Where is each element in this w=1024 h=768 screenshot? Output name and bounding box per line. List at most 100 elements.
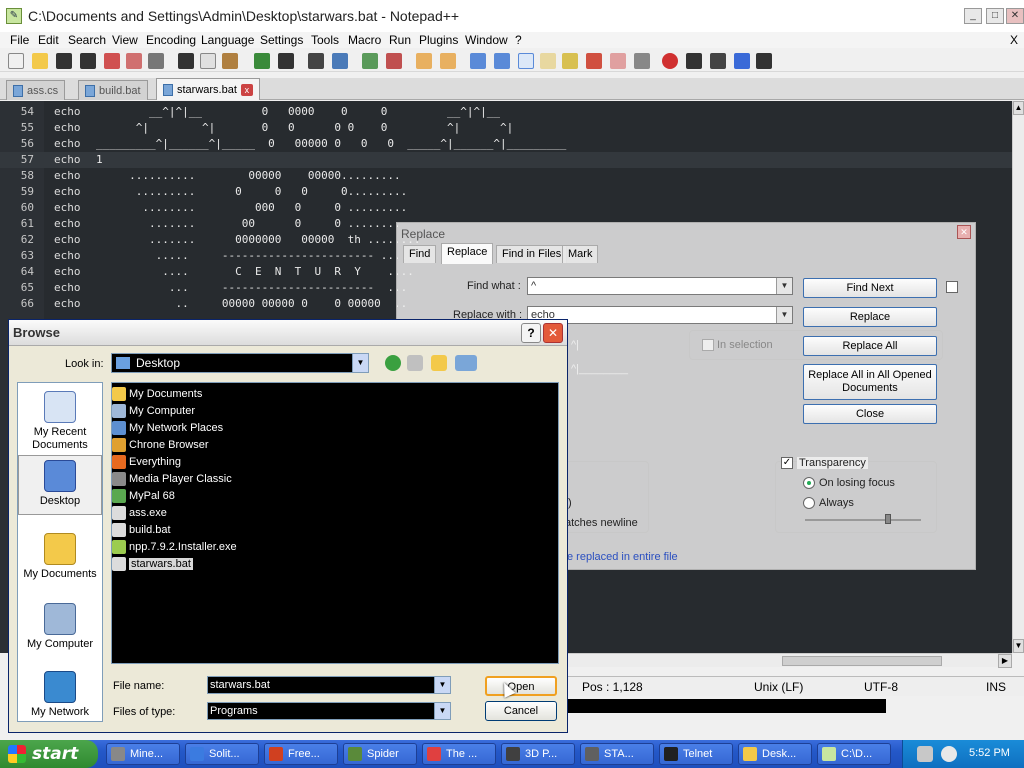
place-my-recent-documents[interactable]: My Recent Documents: [18, 387, 102, 451]
replace-all-button[interactable]: Replace All: [803, 336, 937, 356]
taskbar-button[interactable]: STA...: [580, 743, 654, 765]
replace-dialog-close-button[interactable]: ✕: [957, 225, 971, 239]
look-in-select[interactable]: Desktop ▼: [111, 353, 369, 373]
code-line[interactable]: 60 echo ........ 000 0 0 .........: [0, 200, 1012, 216]
file-list-item[interactable]: build.bat: [112, 521, 171, 538]
view-menu-icon[interactable]: [455, 355, 477, 371]
menu-tools[interactable]: Tools: [311, 32, 339, 48]
replace-button[interactable]: Replace: [803, 307, 937, 327]
scroll-down-icon[interactable]: ▼: [1013, 639, 1024, 653]
taskbar-button[interactable]: Mine...: [106, 743, 180, 765]
start-button[interactable]: start: [0, 740, 98, 768]
taskbar-button[interactable]: Desk...: [738, 743, 812, 765]
play-macro-icon[interactable]: [710, 53, 726, 69]
copy-icon[interactable]: [200, 53, 216, 69]
find-next-option-checkbox[interactable]: [946, 281, 958, 293]
zoom-out-icon[interactable]: [386, 53, 402, 69]
close-all-icon[interactable]: [126, 53, 142, 69]
zoom-in-icon[interactable]: [362, 53, 378, 69]
in-selection-checkbox[interactable]: [702, 339, 714, 351]
close-file-icon[interactable]: [104, 53, 120, 69]
file-list-item[interactable]: MyPal 68: [112, 487, 175, 504]
run-macro-multiple-icon[interactable]: [734, 53, 750, 69]
stop-macro-icon[interactable]: [686, 53, 702, 69]
file-list-item[interactable]: Chrone Browser: [112, 436, 208, 453]
volume-tray-icon[interactable]: [941, 746, 957, 762]
code-line[interactable]: 54 echo __^|^|__ 0 0000 0 0 __^|^|__: [0, 104, 1012, 120]
folder-workspace-icon[interactable]: [610, 53, 626, 69]
save-macro-icon[interactable]: [756, 53, 772, 69]
paste-icon[interactable]: [222, 53, 238, 69]
on-losing-focus-radio[interactable]: [803, 477, 815, 489]
files-of-type-select[interactable]: Programs ▼: [207, 702, 451, 720]
tab-find[interactable]: Find: [403, 245, 437, 263]
chevron-down-icon[interactable]: ▼: [352, 354, 368, 372]
file-list-item[interactable]: ass.exe: [112, 504, 167, 521]
code-line[interactable]: 55 echo ^| ^| 0 0 0 0 0 ^| ^|: [0, 120, 1012, 136]
tab-build-bat[interactable]: build.bat: [78, 80, 148, 100]
monitoring-icon[interactable]: [634, 53, 650, 69]
file-list-item[interactable]: npp.7.9.2.Installer.exe: [112, 538, 237, 555]
taskbar-button[interactable]: Telnet: [659, 743, 733, 765]
menu-edit[interactable]: Edit: [38, 32, 59, 48]
cancel-button[interactable]: Cancel: [485, 701, 557, 721]
always-radio[interactable]: [803, 497, 815, 509]
code-line[interactable]: 59 echo ......... 0 0 0 0.........: [0, 184, 1012, 200]
horizontal-scrollbar[interactable]: ▶: [568, 653, 1012, 668]
save-icon[interactable]: [56, 53, 72, 69]
place-my-documents[interactable]: My Documents: [18, 529, 102, 589]
vertical-scrollbar[interactable]: ▲ ▼: [1012, 101, 1024, 653]
code-line[interactable]: 57 echo 1: [0, 152, 1012, 168]
menu-file[interactable]: File: [10, 32, 29, 48]
replace-all-opened-docs-button[interactable]: Replace All in All Opened Documents: [803, 364, 937, 400]
transparency-checkbox[interactable]: ✓: [781, 457, 793, 469]
back-icon[interactable]: [385, 355, 401, 371]
replace-icon[interactable]: [332, 53, 348, 69]
place-desktop[interactable]: Desktop: [18, 455, 102, 515]
sync-vertical-icon[interactable]: [416, 53, 432, 69]
minimize-button[interactable]: _: [964, 8, 982, 24]
tab-starwars-bat[interactable]: starwars.bat x: [156, 78, 260, 100]
maximize-button[interactable]: □: [986, 8, 1004, 24]
print-icon[interactable]: [148, 53, 164, 69]
chevron-down-icon[interactable]: ▼: [776, 307, 792, 323]
taskbar-button[interactable]: C:\D...: [817, 743, 891, 765]
browse-close-button[interactable]: ✕: [543, 323, 563, 343]
code-line[interactable]: 56 echo _________^|______^|_____ 0 00000 0…: [0, 136, 1012, 152]
place-my-computer[interactable]: My Computer: [18, 599, 102, 659]
menu-language[interactable]: Language: [201, 32, 254, 48]
menu-run[interactable]: Run: [389, 32, 411, 48]
cut-icon[interactable]: [178, 53, 194, 69]
file-list[interactable]: My Documents My Computer My Network Places…: [111, 382, 559, 664]
find-what-input[interactable]: ^ ▼: [527, 277, 793, 295]
open-button[interactable]: Open: [485, 676, 557, 696]
menu-encoding[interactable]: Encoding: [146, 32, 196, 48]
menu-search[interactable]: Search: [68, 32, 106, 48]
new-folder-icon[interactable]: [431, 355, 447, 371]
indent-guide-icon[interactable]: [518, 53, 534, 69]
file-list-item[interactable]: Media Player Classic: [112, 470, 232, 487]
chevron-down-icon[interactable]: ▼: [434, 677, 450, 693]
taskbar-button[interactable]: Free...: [264, 743, 338, 765]
tab-replace[interactable]: Replace: [441, 243, 494, 264]
file-list-item[interactable]: My Computer: [112, 402, 195, 419]
menu-window[interactable]: Window: [465, 32, 508, 48]
network-tray-icon[interactable]: [917, 746, 933, 762]
taskbar-button[interactable]: Spider: [343, 743, 417, 765]
file-name-input[interactable]: starwars.bat ▼: [207, 676, 451, 694]
menu-view[interactable]: View: [112, 32, 138, 48]
file-list-item[interactable]: My Network Places: [112, 419, 223, 436]
record-macro-icon[interactable]: [662, 53, 678, 69]
file-list-item[interactable]: starwars.bat: [112, 555, 193, 572]
find-icon[interactable]: [308, 53, 324, 69]
save-all-icon[interactable]: [80, 53, 96, 69]
open-file-icon[interactable]: [32, 53, 48, 69]
code-line[interactable]: 58 echo .......... 00000 00000.........: [0, 168, 1012, 184]
menu-plugins[interactable]: Plugins: [419, 32, 458, 48]
tab-find-in-files[interactable]: Find in Files: [496, 245, 568, 263]
horizontal-scroll-thumb[interactable]: [782, 656, 942, 666]
menu-close-doc[interactable]: X: [1010, 32, 1018, 48]
taskbar-button[interactable]: The ...: [422, 743, 496, 765]
file-list-item[interactable]: My Documents: [112, 385, 202, 402]
tab-close-icon[interactable]: x: [240, 83, 253, 96]
